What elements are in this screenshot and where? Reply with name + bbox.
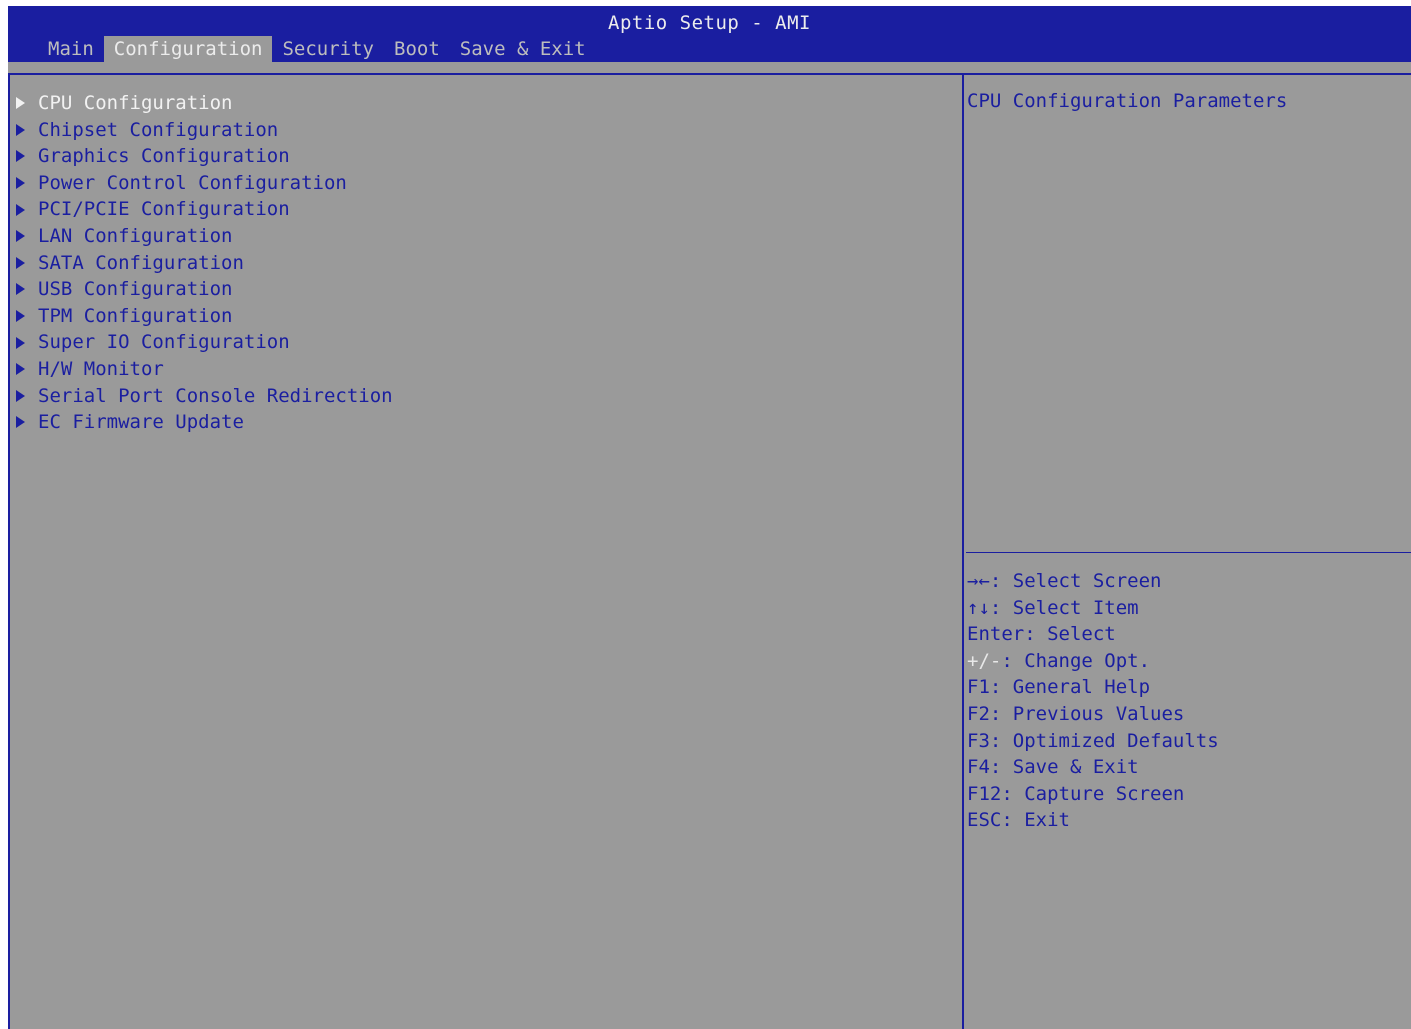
key-name: ↑↓ <box>967 596 990 619</box>
key-hint: F1: General Help <box>967 674 1219 701</box>
key-hint: F2: Previous Values <box>967 701 1219 728</box>
tab-main[interactable]: Main <box>8 36 104 62</box>
key-name: F12 <box>967 782 1002 805</box>
menu-item-label: USB Configuration <box>38 278 233 301</box>
tab-bar: Main Configuration Security Boot Save & … <box>8 36 596 62</box>
menu-item-power-control-configuration[interactable]: Power Control Configuration <box>16 170 393 197</box>
key-name: ESC <box>967 809 1002 832</box>
menu-item-label: Chipset Configuration <box>38 118 279 141</box>
key-desc: : Change Opt. <box>1001 649 1151 672</box>
menu-item-tpm-configuration[interactable]: TPM Configuration <box>16 303 393 330</box>
tab-configuration[interactable]: Configuration <box>103 36 273 62</box>
tab-security[interactable]: Security <box>272 36 384 62</box>
triangle-right-icon <box>16 283 25 296</box>
triangle-right-icon <box>16 310 25 323</box>
menu-item-hw-monitor[interactable]: H/W Monitor <box>16 356 393 383</box>
triangle-right-icon <box>16 230 25 243</box>
key-hint: Enter: Select <box>967 621 1219 648</box>
tab-boot[interactable]: Boot <box>384 36 450 62</box>
triangle-right-icon <box>16 336 25 349</box>
menu-item-label: TPM Configuration <box>38 304 233 327</box>
key-desc: : Exit <box>1001 809 1070 832</box>
menu-item-sata-configuration[interactable]: SATA Configuration <box>16 250 393 277</box>
menu-item-label: SATA Configuration <box>38 251 244 274</box>
key-desc: : Select Item <box>989 596 1139 619</box>
menu-item-label: Serial Port Console Redirection <box>38 384 393 407</box>
key-hint: F12: Capture Screen <box>967 781 1219 808</box>
key-name: F1 <box>967 676 990 699</box>
menu-item-label: Graphics Configuration <box>38 145 290 168</box>
panel-divider <box>962 73 964 1029</box>
key-legend: →←: Select Screen ↑↓: Select Item Enter:… <box>967 568 1219 834</box>
triangle-right-icon <box>16 203 25 216</box>
key-desc: : Optimized Defaults <box>989 729 1219 752</box>
key-hint: F3: Optimized Defaults <box>967 728 1219 755</box>
key-desc: : Select Screen <box>989 570 1162 592</box>
key-desc: : General Help <box>989 676 1151 699</box>
triangle-right-icon <box>16 256 25 269</box>
configuration-menu: CPU Configuration Chipset Configuration … <box>16 90 393 436</box>
menu-item-usb-configuration[interactable]: USB Configuration <box>16 276 393 303</box>
menu-item-label: PCI/PCIE Configuration <box>38 198 290 221</box>
key-name: +/- <box>967 649 1002 672</box>
help-divider <box>966 552 1411 553</box>
menu-item-cpu-configuration[interactable]: CPU Configuration <box>16 90 393 117</box>
triangle-right-icon <box>16 97 25 110</box>
title-bar: Aptio Setup - AMI Main Configuration Sec… <box>8 6 1411 62</box>
menu-item-pci-pcie-configuration[interactable]: PCI/PCIE Configuration <box>16 196 393 223</box>
menu-item-label: Super IO Configuration <box>38 331 290 354</box>
key-desc: : Capture Screen <box>1001 782 1185 805</box>
key-name: F4 <box>967 756 990 779</box>
key-name: F2 <box>967 702 990 725</box>
menu-item-label: H/W Monitor <box>38 357 164 380</box>
key-desc: : Select <box>1024 623 1116 646</box>
app-title: Aptio Setup - AMI <box>608 12 811 34</box>
triangle-right-icon <box>16 177 25 190</box>
triangle-right-icon <box>16 389 25 402</box>
top-divider <box>8 73 1411 75</box>
help-text: CPU Configuration Parameters <box>967 90 1288 112</box>
tab-save-exit[interactable]: Save & Exit <box>450 36 596 62</box>
triangle-right-icon <box>16 363 25 376</box>
key-hint: F4: Save & Exit <box>967 754 1219 781</box>
triangle-right-icon <box>16 416 25 429</box>
left-border <box>8 73 10 1029</box>
triangle-right-icon <box>16 123 25 136</box>
menu-item-serial-port-console-redirection[interactable]: Serial Port Console Redirection <box>16 383 393 410</box>
menu-item-lan-configuration[interactable]: LAN Configuration <box>16 223 393 250</box>
key-name: →← <box>967 570 990 592</box>
key-name: Enter <box>967 623 1025 646</box>
key-hint: +/-: Change Opt. <box>967 648 1219 675</box>
key-hint: →←: Select Screen <box>967 568 1219 595</box>
key-desc: : Save & Exit <box>989 756 1139 779</box>
triangle-right-icon <box>16 150 25 163</box>
menu-item-label: Power Control Configuration <box>38 171 347 194</box>
menu-item-super-io-configuration[interactable]: Super IO Configuration <box>16 329 393 356</box>
menu-item-label: CPU Configuration <box>38 92 233 114</box>
menu-item-chipset-configuration[interactable]: Chipset Configuration <box>16 117 393 144</box>
key-name: F3 <box>967 729 990 752</box>
menu-item-label: EC Firmware Update <box>38 411 244 434</box>
menu-item-label: LAN Configuration <box>38 224 233 247</box>
key-hint: ESC: Exit <box>967 807 1219 834</box>
menu-item-graphics-configuration[interactable]: Graphics Configuration <box>16 143 393 170</box>
key-desc: : Previous Values <box>989 702 1185 725</box>
menu-item-ec-firmware-update[interactable]: EC Firmware Update <box>16 409 393 436</box>
key-hint: ↑↓: Select Item <box>967 595 1219 622</box>
setup-body: CPU Configuration Chipset Configuration … <box>8 62 1411 1029</box>
